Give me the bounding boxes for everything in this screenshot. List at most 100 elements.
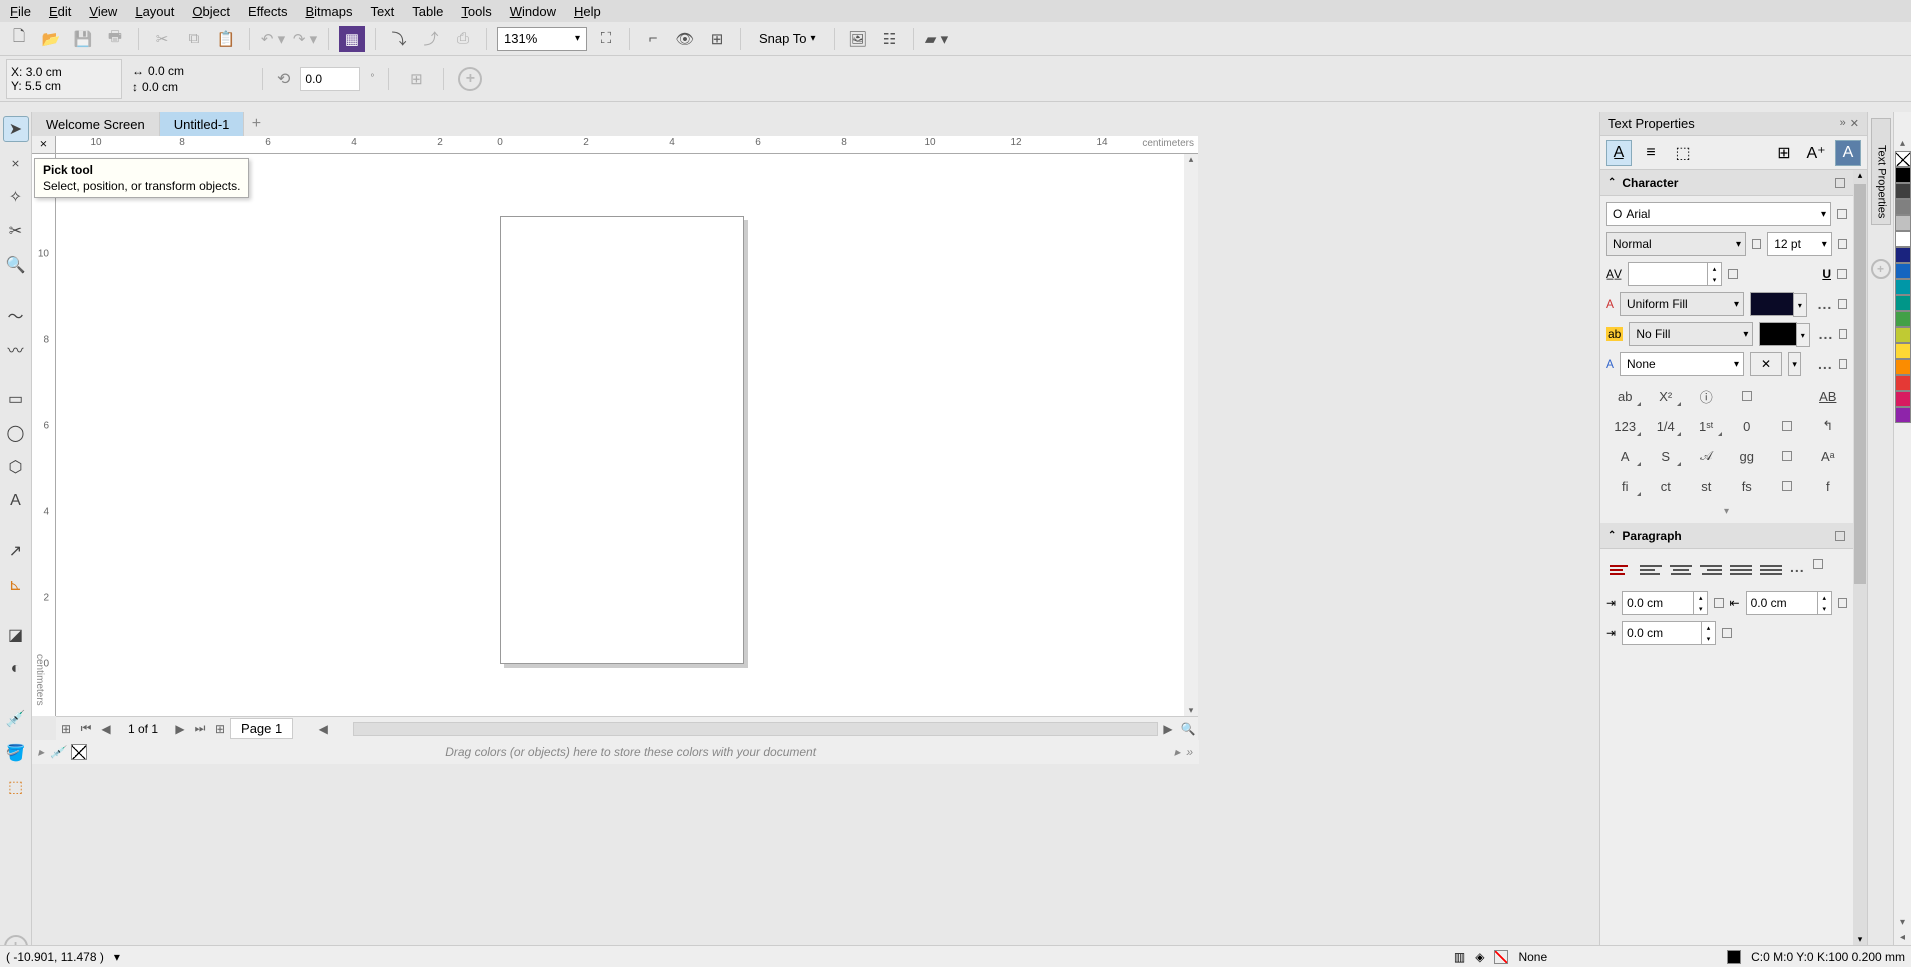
page[interactable] [500,216,744,664]
print-icon[interactable]: 🖶 [102,26,128,52]
feature-ab[interactable]: ab [1608,384,1643,408]
palette-swatch[interactable] [1895,407,1911,423]
export-icon[interactable]: ⤴ [418,26,444,52]
undo-icon[interactable]: ↶ ▾ [260,26,286,52]
tab-welcome[interactable]: Welcome Screen [32,112,160,136]
align-right-button[interactable] [1700,559,1722,581]
eyedropper-tool[interactable]: 💉 [3,706,29,732]
page-tab[interactable]: Page 1 [230,718,293,739]
add-page-icon[interactable]: ⊞ [56,722,76,736]
canvas-scrollbar-h[interactable] [353,722,1158,736]
menu-effects[interactable]: Effects [248,4,288,19]
save-icon[interactable]: 💾 [70,26,96,52]
align-left-button[interactable] [1640,559,1662,581]
redo-icon[interactable]: ↷ ▾ [292,26,318,52]
feature-fraction[interactable]: 1/4 [1649,414,1684,438]
section-paragraph-header[interactable]: ⌃Paragraph [1600,523,1853,549]
status-doc-colors-icon[interactable]: ▥ [1454,950,1465,964]
cut-icon[interactable]: ✂ [149,26,175,52]
character-mode-icon[interactable]: A̲ [1606,140,1632,166]
feature-zero[interactable]: 0 [1730,414,1765,438]
scroll-left-icon[interactable]: ◀ [313,722,333,736]
options-icon[interactable]: 🖼 [845,26,871,52]
expand-more-icon[interactable]: ▾ [1606,506,1847,517]
menu-window[interactable]: Window [510,4,556,19]
palette-swatch[interactable] [1895,215,1911,231]
outline-tool[interactable]: ⬚ [3,774,29,800]
feature-smallcaps[interactable]: S [1649,444,1684,468]
shape-tool[interactable]: ✧ [3,184,29,210]
indent2-lock-icon[interactable] [1838,598,1847,608]
align-justify-button[interactable] [1730,559,1752,581]
last-page-icon[interactable]: ⏭ [190,721,210,736]
palette-up-icon[interactable]: ▴ [1900,138,1905,149]
status-chevron-icon[interactable]: ▾ [114,950,120,964]
canvas-scrollbar-v[interactable]: ▴ ▾ [1184,154,1198,716]
palette-swatch[interactable] [1895,327,1911,343]
ruler-origin-icon[interactable]: ⨯ [3,150,29,176]
feature-script[interactable]: 𝒜 [1689,444,1724,468]
docker-collapse-icon[interactable]: » [1840,117,1846,130]
feature-gg[interactable]: gg [1730,444,1765,468]
status-proof-icon[interactable]: ◈ [1475,950,1484,964]
feature-swash[interactable]: ↰ [1811,414,1846,438]
snap-to-dropdown[interactable]: Snap To ▾ [751,31,824,46]
document-palette[interactable]: ▸ 💉 Drag colors (or objects) here to sto… [32,740,1199,764]
interactive-icon[interactable]: ⊞ [1771,140,1797,166]
pick-tool[interactable]: ➤ [3,116,29,142]
docker-close-icon[interactable]: ✕ [1850,117,1859,130]
palette-flyout-icon[interactable]: ◂ [1900,932,1905,943]
zoom-tool[interactable]: 🔍 [3,252,29,278]
docker-scrollbar[interactable]: ▴ ▾ [1853,170,1867,945]
options-b-icon[interactable]: A [1835,140,1861,166]
size-lock-icon[interactable] [1838,239,1847,249]
palette-swatch[interactable] [1895,391,1911,407]
palette-next-icon[interactable]: ▸ [1174,745,1180,759]
polygon-tool[interactable]: ⬡ [3,454,29,480]
copy-icon[interactable]: ⧉ [181,26,207,52]
mirror-h-icon[interactable]: ⊞ [403,66,429,92]
palette-swatch[interactable] [1895,167,1911,183]
outline-lock-icon[interactable] [1839,359,1847,369]
kern-lock-icon[interactable] [1728,269,1738,279]
outline-more-button[interactable]: ... [1818,356,1833,372]
menu-text[interactable]: Text [370,4,394,19]
indent3-lock-icon[interactable] [1722,628,1732,638]
drop-shadow-tool[interactable]: ◪ [3,622,29,648]
fill-type-select[interactable]: Uniform Fill▾ [1620,292,1744,316]
options-a-icon[interactable]: A⁺ [1803,140,1829,166]
feature-info[interactable]: ⓘ [1689,384,1724,408]
left-indent-input[interactable]: 0.0 cm▴▾ [1622,591,1708,615]
ruler-origin[interactable]: ⨯ [32,136,56,154]
add-preset-button[interactable]: + [458,67,482,91]
paste-icon[interactable]: 📋 [213,26,239,52]
kerning-input[interactable]: ▴▾ [1628,262,1722,286]
new-tab-button[interactable]: + [244,112,268,136]
ruler-vertical[interactable]: 10 8 6 4 2 0 centimeters [32,154,56,716]
first-page-icon[interactable]: ⏮ [76,721,96,736]
align-none-button[interactable] [1610,559,1632,581]
grid-icon[interactable]: 👁 [672,26,698,52]
bg-fill-select[interactable]: No Fill▾ [1629,322,1753,346]
import-icon[interactable]: ⤵ [386,26,412,52]
first-line-indent-input[interactable]: 0.0 cm▴▾ [1622,621,1716,645]
feature-ct[interactable]: ct [1649,474,1684,498]
palette-down-icon[interactable]: ▾ [1900,917,1905,928]
app-options-icon[interactable]: ☷ [877,26,903,52]
menu-file[interactable]: File [10,4,31,19]
feature-aa[interactable]: Aᵃ [1811,444,1846,468]
ellipse-tool[interactable]: ◯ [3,420,29,446]
palette-swatch[interactable] [1895,375,1911,391]
align-lock-icon[interactable] [1813,559,1823,569]
indent1-lock-icon[interactable] [1714,598,1723,608]
fill-dropdown-icon[interactable]: ▰ ▾ [924,26,950,52]
style-lock-icon[interactable] [1752,239,1761,249]
outline-width-select[interactable]: None▾ [1620,352,1744,376]
palette-swatch[interactable] [1895,295,1911,311]
docker-add-button[interactable]: + [1871,259,1891,279]
drawing-canvas[interactable] [56,154,1198,716]
palette-swatch[interactable] [1895,199,1911,215]
artistic-media-tool[interactable]: 〰 [3,336,29,362]
palette-arrow-icon[interactable]: ▸ [38,745,44,759]
menu-tools[interactable]: Tools [461,4,491,19]
